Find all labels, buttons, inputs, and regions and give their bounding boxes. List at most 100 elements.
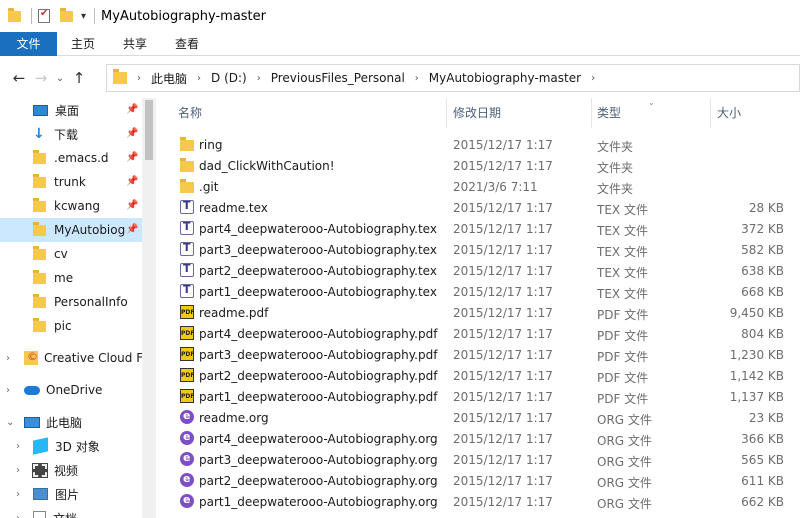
chevron-down-icon: ⌄ xyxy=(55,72,65,84)
download-icon: ↓ xyxy=(33,126,45,142)
file-modified-date: 2015/12/17 1:17 xyxy=(453,390,553,404)
sidebar-item-creative-cloud[interactable]: › Creative Cloud F xyxy=(0,346,156,370)
tab-share[interactable]: 共享 xyxy=(109,32,161,56)
file-row[interactable]: part1_deepwaterooo-Autobiography.pdf 2015… xyxy=(172,386,800,407)
file-row[interactable]: readme.org 2015/12/17 1:17 ORG 文件 23 KB xyxy=(172,407,800,428)
chevron-right-icon[interactable]: › xyxy=(257,73,261,84)
file-row[interactable]: ring 2015/12/17 1:17 文件夹 xyxy=(172,134,800,155)
properties-icon[interactable] xyxy=(38,8,50,23)
column-divider[interactable] xyxy=(591,98,592,128)
org-file-icon xyxy=(180,451,194,466)
forward-arrow-icon: → xyxy=(34,69,48,87)
org-file-icon xyxy=(180,472,194,487)
file-row[interactable]: part4_deepwaterooo-Autobiography.pdf 2015… xyxy=(172,323,800,344)
sidebar-item-emacs[interactable]: .emacs.d 📌 xyxy=(0,146,156,170)
sidebar-item-downloads[interactable]: ↓ 下载 📌 xyxy=(0,122,156,146)
sidebar-scrollbar[interactable] xyxy=(142,98,156,518)
file-modified-date: 2015/12/17 1:17 xyxy=(453,306,553,320)
file-type: 文件夹 xyxy=(597,140,634,154)
chevron-right-icon[interactable]: › xyxy=(16,489,20,500)
chevron-right-icon[interactable]: › xyxy=(591,73,595,84)
file-size: 668 KB xyxy=(741,285,784,299)
sidebar-item-pic[interactable]: pic xyxy=(0,314,156,338)
chevron-right-icon[interactable]: › xyxy=(197,73,201,84)
sidebar-scrollbar-thumb[interactable] xyxy=(145,100,153,160)
chevron-right-icon[interactable]: › xyxy=(16,465,20,476)
sidebar-item-cv[interactable]: cv xyxy=(0,242,156,266)
new-folder-icon[interactable] xyxy=(60,7,73,22)
up-button[interactable]: ↑ xyxy=(68,67,90,89)
file-type: PDF 文件 xyxy=(597,329,649,343)
chevron-right-icon[interactable]: › xyxy=(6,353,10,364)
tab-file[interactable]: 文件 xyxy=(0,32,57,56)
file-row[interactable]: dad_ClickWithCaution! 2015/12/17 1:17 文件夹 xyxy=(172,155,800,176)
column-header-size[interactable]: 大小 xyxy=(717,98,741,128)
chevron-right-icon[interactable]: › xyxy=(16,513,20,518)
chevron-right-icon[interactable]: › xyxy=(137,73,141,84)
sidebar-item-desktop[interactable]: 桌面 📌 xyxy=(0,98,156,122)
file-row[interactable]: part4_deepwaterooo-Autobiography.tex 2015… xyxy=(172,218,800,239)
forward-button[interactable]: → xyxy=(30,67,52,89)
file-type: TEX 文件 xyxy=(597,245,648,259)
file-modified-date: 2015/12/17 1:17 xyxy=(453,453,553,467)
sidebar-item-personalinfo[interactable]: PersonalInfo xyxy=(0,290,156,314)
sidebar-item-kcwang[interactable]: kcwang 📌 xyxy=(0,194,156,218)
chevron-down-icon[interactable]: ⌄ xyxy=(6,417,14,428)
file-row[interactable]: part2_deepwaterooo-Autobiography.org 2015… xyxy=(172,470,800,491)
sidebar-item-pictures[interactable]: › 图片 xyxy=(0,482,156,506)
file-row[interactable]: part1_deepwaterooo-Autobiography.org 2015… xyxy=(172,491,800,512)
sidebar-item-videos[interactable]: › 视频 xyxy=(0,458,156,482)
quick-access-dropdown-icon[interactable]: ▾ xyxy=(81,11,86,22)
file-row[interactable]: part3_deepwaterooo-Autobiography.pdf 2015… xyxy=(172,344,800,365)
file-row[interactable]: readme.pdf 2015/12/17 1:17 PDF 文件 9,450 KB xyxy=(172,302,800,323)
file-row[interactable]: part2_deepwaterooo-Autobiography.tex 2015… xyxy=(172,260,800,281)
sidebar-item-documents[interactable]: › 文档 xyxy=(0,506,156,518)
file-modified-date: 2021/3/6 7:11 xyxy=(453,180,538,194)
pin-icon: 📌 xyxy=(126,224,139,235)
desktop-icon xyxy=(33,104,48,116)
sidebar-item-label: trunk xyxy=(54,175,86,189)
file-row[interactable]: part1_deepwaterooo-Autobiography.tex 2015… xyxy=(172,281,800,302)
tab-home[interactable]: 主页 xyxy=(57,32,109,56)
tex-file-icon xyxy=(180,283,194,298)
tab-view[interactable]: 查看 xyxy=(161,32,213,56)
sidebar-item-onedrive[interactable]: › OneDrive xyxy=(0,378,156,402)
file-name: readme.tex xyxy=(199,201,268,215)
breadcrumb-drive[interactable]: D (D:) xyxy=(211,71,247,85)
column-header-type[interactable]: 类型 xyxy=(597,98,621,128)
file-row[interactable]: part2_deepwaterooo-Autobiography.pdf 2015… xyxy=(172,365,800,386)
file-row[interactable]: .git 2021/3/6 7:11 文件夹 xyxy=(172,176,800,197)
file-type: ORG 文件 xyxy=(597,434,652,448)
file-size: 1,230 KB xyxy=(729,348,784,362)
file-name: readme.pdf xyxy=(199,306,269,320)
pdf-file-icon xyxy=(180,347,194,361)
chevron-right-icon[interactable]: › xyxy=(415,73,419,84)
sidebar-item-3d-objects[interactable]: › 3D 对象 xyxy=(0,434,156,458)
sidebar-item-label: OneDrive xyxy=(46,383,103,397)
file-row[interactable]: readme.tex 2015/12/17 1:17 TEX 文件 28 KB xyxy=(172,197,800,218)
column-divider[interactable] xyxy=(446,98,447,128)
address-bar[interactable]: › 此电脑 › D (D:) › PreviousFiles_Personal … xyxy=(106,64,800,92)
sidebar-item-label: cv xyxy=(54,247,68,261)
breadcrumb-this-pc[interactable]: 此电脑 xyxy=(151,70,187,87)
breadcrumb-previousfiles[interactable]: PreviousFiles_Personal xyxy=(271,71,405,85)
column-header-date[interactable]: 修改日期 xyxy=(453,98,501,128)
sidebar-item-myautobiography[interactable]: MyAutobiog 📌 xyxy=(0,218,156,242)
file-row[interactable]: part4_deepwaterooo-Autobiography.org 2015… xyxy=(172,428,800,449)
sidebar-item-trunk[interactable]: trunk 📌 xyxy=(0,170,156,194)
file-row[interactable]: part3_deepwaterooo-Autobiography.tex 2015… xyxy=(172,239,800,260)
chevron-right-icon[interactable]: › xyxy=(16,441,20,452)
sidebar-item-this-pc[interactable]: ⌄ 此电脑 xyxy=(0,410,156,434)
file-name: part1_deepwaterooo-Autobiography.pdf xyxy=(199,390,438,404)
sidebar-item-me[interactable]: me xyxy=(0,266,156,290)
file-type: 文件夹 xyxy=(597,182,634,196)
column-divider[interactable] xyxy=(710,98,711,128)
breadcrumb-current[interactable]: MyAutobiography-master xyxy=(429,71,581,85)
chevron-right-icon[interactable]: › xyxy=(6,385,10,396)
file-row[interactable]: part3_deepwaterooo-Autobiography.org 2015… xyxy=(172,449,800,470)
column-header-name[interactable]: 名称 xyxy=(178,98,202,128)
file-type: ORG 文件 xyxy=(597,497,652,511)
file-name: part2_deepwaterooo-Autobiography.org xyxy=(199,474,438,488)
back-button[interactable]: ← xyxy=(8,67,30,89)
recent-locations-button[interactable]: ⌄ xyxy=(52,67,68,89)
